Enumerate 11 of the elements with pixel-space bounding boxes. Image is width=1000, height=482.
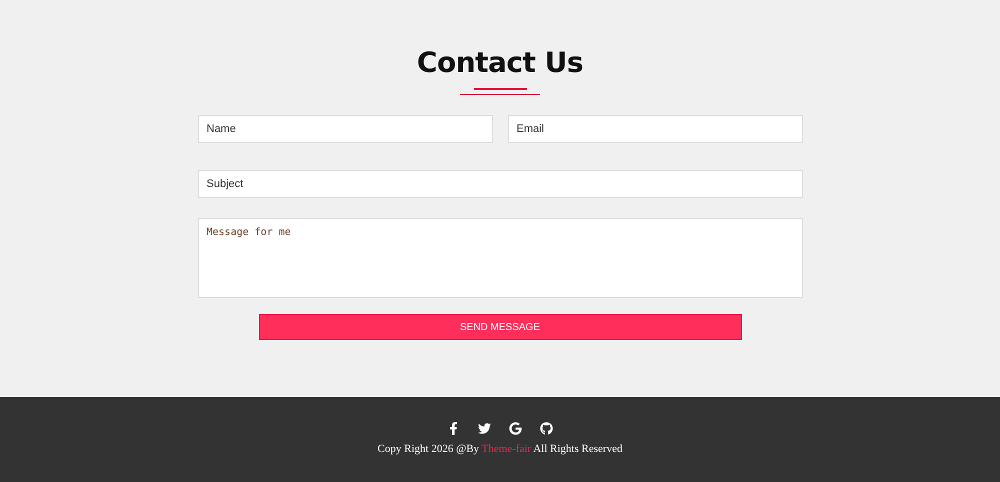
- page-title: Contact Us: [416, 45, 584, 81]
- send-message-button[interactable]: SEND MESSAGE: [258, 314, 742, 340]
- copyright-text: Copy Right 2026 @By Theme-fair All Rights Reserved: [378, 443, 622, 455]
- name-field[interactable]: Name: [198, 115, 492, 143]
- github-icon[interactable]: [540, 421, 554, 435]
- google-icon[interactable]: [508, 421, 522, 435]
- subject-field[interactable]: Subject: [198, 170, 802, 198]
- message-field[interactable]: Message for me: [198, 218, 802, 298]
- theme-fair-link[interactable]: Theme-fair: [482, 443, 532, 455]
- twitter-icon[interactable]: [478, 421, 492, 435]
- email-field[interactable]: Email: [508, 115, 802, 143]
